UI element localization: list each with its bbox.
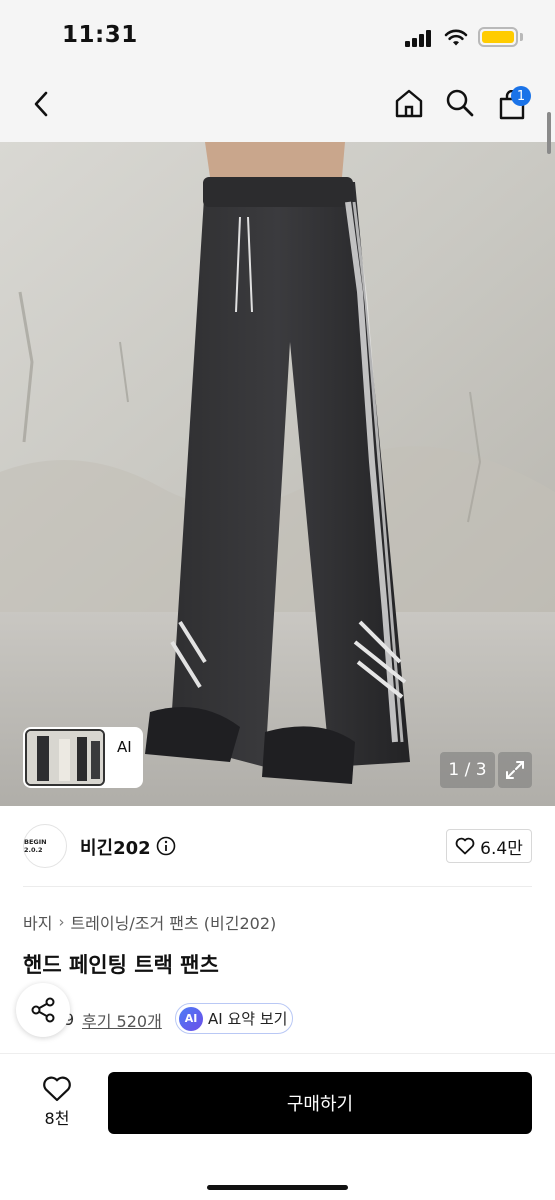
buy-button[interactable]: 구매하기	[108, 1072, 532, 1134]
breadcrumb-category[interactable]: 바지	[23, 910, 52, 934]
share-button[interactable]	[16, 983, 70, 1037]
search-button[interactable]	[443, 86, 477, 120]
breadcrumb-subcategory[interactable]: 트레이닝/조거 팬츠 (비긴202)	[70, 910, 276, 934]
heart-icon	[43, 1076, 71, 1102]
brand-like-count: 6.4만	[480, 838, 523, 859]
thumbnail-ai-label: AI	[117, 738, 132, 756]
image-counter: 1 / 3	[440, 752, 495, 788]
heart-icon	[455, 837, 475, 855]
product-image[interactable]	[0, 142, 555, 806]
breadcrumb: 바지 › 트레이닝/조거 팬츠 (비긴202)	[23, 910, 276, 934]
scroll-indicator[interactable]	[547, 112, 551, 154]
back-icon	[34, 91, 48, 117]
home-button[interactable]	[392, 86, 426, 120]
ai-badge-icon: AI	[179, 1006, 203, 1031]
nav-bar	[0, 76, 555, 142]
battery-tip	[520, 33, 523, 41]
ai-thumbnail-card[interactable]: AI	[23, 727, 143, 788]
expand-icon	[506, 761, 524, 779]
search-icon	[446, 89, 474, 117]
wishlist-button[interactable]: 8천	[30, 1075, 84, 1135]
status-bar: 11:31	[0, 0, 555, 76]
breadcrumb-separator-icon: ›	[58, 913, 65, 931]
status-time: 11:31	[62, 22, 138, 48]
ai-summary-button[interactable]: AI AI 요약 보기	[175, 1003, 293, 1034]
wishlist-count: 8천	[44, 1109, 70, 1128]
signal-icon	[405, 30, 433, 47]
home-icon	[395, 89, 423, 118]
brand-logo[interactable]: BEGIN 2.0.2	[23, 824, 67, 868]
home-indicator	[207, 1185, 348, 1190]
product-title: 핸드 페인팅 트랙 팬츠	[23, 953, 219, 977]
product-photo	[0, 142, 555, 806]
brand-like-button[interactable]: 6.4만	[446, 829, 532, 863]
review-link[interactable]: 후기 520개	[82, 1008, 162, 1032]
wifi-icon	[444, 29, 468, 46]
battery-icon	[478, 27, 518, 47]
thumbnail-image	[25, 729, 105, 786]
info-icon[interactable]	[156, 836, 176, 856]
share-icon	[31, 997, 55, 1023]
brand-name[interactable]: 비긴202	[80, 834, 151, 860]
bottom-bar-divider	[0, 1053, 555, 1054]
divider	[23, 886, 532, 887]
ai-summary-label: AI 요약 보기	[208, 1010, 288, 1028]
cart-count-badge: 1	[511, 86, 531, 106]
back-button[interactable]	[24, 87, 58, 121]
expand-button[interactable]	[498, 752, 532, 788]
